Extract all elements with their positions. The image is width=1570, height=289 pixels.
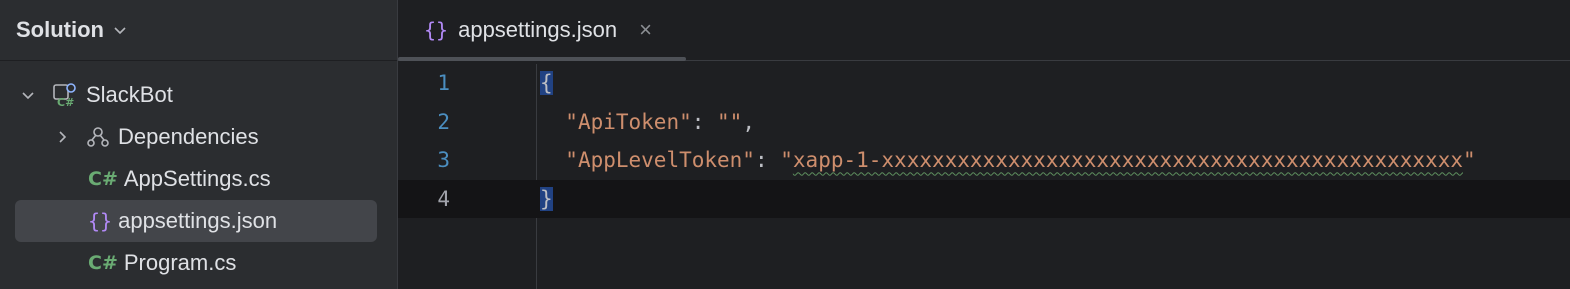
open-brace: {	[540, 71, 553, 96]
code-line: 2 "ApiToken": "",	[398, 103, 1570, 142]
json-value: xapp-1-xxxxxxxxxxxxxxxxxxxxxxxxxxxxxxxxx…	[792, 148, 1463, 173]
svg-text:C#: C#	[57, 96, 74, 108]
json-separator: :	[691, 109, 718, 134]
code-text: "ApiToken": "",	[540, 110, 755, 134]
tab-appsettings-json[interactable]: {} appsettings.json ×	[398, 0, 686, 61]
tree-item-program-cs[interactable]: C# Program.cs	[0, 242, 397, 284]
tree-item-dependencies[interactable]: Dependencies	[0, 116, 397, 158]
active-tab-indicator	[398, 57, 686, 61]
dependencies-icon	[86, 125, 110, 149]
json-separator: :	[754, 148, 781, 173]
tree-item-label: SlackBot	[86, 82, 173, 107]
chevron-down-icon[interactable]	[18, 85, 38, 105]
tree-item-label: Program.cs	[123, 250, 237, 275]
csharp-file-icon: C#	[88, 168, 118, 190]
line-number: 1	[437, 71, 450, 96]
code-text: }	[540, 186, 553, 211]
json-value: ""	[717, 109, 743, 134]
tree-item-appsettings-json[interactable]: {} appsettings.json	[15, 200, 377, 242]
solution-tree: C# SlackBot Dependencies C# AppSettings.…	[0, 74, 397, 284]
line-number: 4	[437, 186, 450, 211]
csharp-file-icon: C#	[88, 252, 118, 274]
solution-title: Solution	[16, 17, 104, 42]
code-text: "AppLevelToken": "xapp-1-xxxxxxxxxxxxxxx…	[540, 148, 1476, 173]
json-file-icon: {}	[424, 18, 449, 42]
code-text: {	[540, 71, 553, 96]
tree-item-appsettings-cs[interactable]: C# AppSettings.cs	[0, 158, 397, 200]
json-comma: ,	[742, 109, 755, 134]
close-icon[interactable]: ×	[639, 17, 652, 43]
editor-tab-bar: {} appsettings.json ×	[398, 0, 1570, 61]
solution-explorer: Solution C# SlackBot Dependencies C# App…	[0, 0, 398, 289]
code-area[interactable]: 1 { 2 "ApiToken": "", 3 "AppLevelToken":…	[398, 64, 1570, 218]
csharp-project-icon: C#	[52, 82, 78, 108]
line-number: 3	[437, 148, 450, 173]
line-number: 2	[437, 109, 450, 134]
json-key: "ApiToken"	[565, 109, 692, 134]
json-key: "AppLevelToken"	[565, 148, 755, 173]
code-line: 1 {	[398, 64, 1570, 103]
tree-item-label: Dependencies	[118, 124, 259, 149]
json-file-icon: {}	[88, 209, 113, 233]
code-line-current: 4 }	[398, 179, 1570, 218]
json-quote: "	[1463, 148, 1476, 173]
json-quote: "	[780, 148, 793, 173]
close-brace: }	[540, 186, 553, 211]
code-line: 3 "AppLevelToken": "xapp-1-xxxxxxxxxxxxx…	[398, 141, 1570, 180]
editor: {} appsettings.json × 1 { 2 "ApiToken": …	[398, 0, 1570, 289]
solution-header[interactable]: Solution	[0, 0, 397, 61]
tree-item-label: AppSettings.cs	[123, 166, 271, 191]
tree-item-slackbot[interactable]: C# SlackBot	[0, 74, 397, 116]
chevron-right-icon[interactable]	[52, 127, 72, 147]
chevron-down-icon[interactable]	[114, 24, 126, 36]
tree-item-label: appsettings.json	[118, 208, 278, 233]
tab-label: appsettings.json	[458, 17, 618, 42]
